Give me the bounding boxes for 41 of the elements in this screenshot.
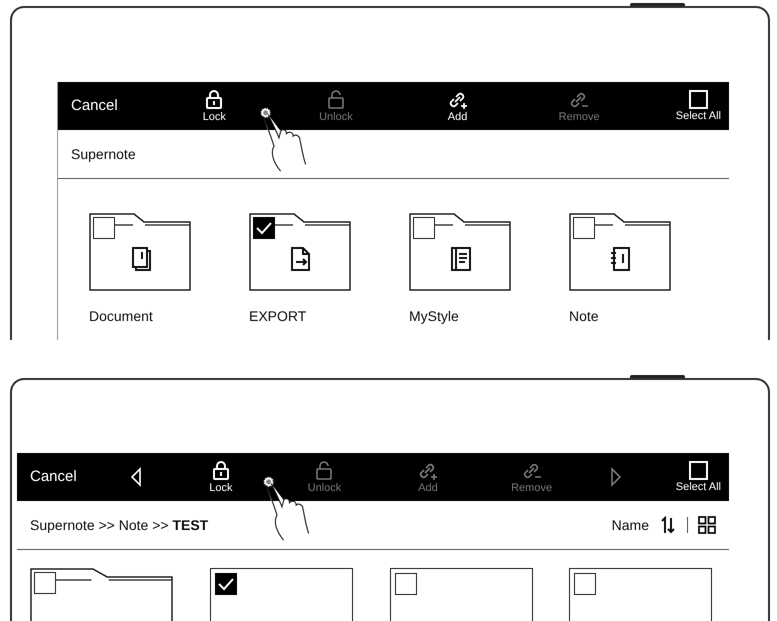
lock-button[interactable]: Lock [196,460,246,494]
folder-tile[interactable] [89,213,191,291]
checkbox[interactable] [394,573,416,595]
checkbox[interactable] [214,573,237,595]
lock-button[interactable]: Lock [189,88,240,124]
checkbox-icon [688,90,708,108]
sort-icon[interactable] [659,516,677,534]
folder-tile[interactable] [30,568,173,621]
hand-pointer-drawing [259,106,309,173]
checkbox[interactable] [93,217,115,239]
file-tile[interactable] [569,568,712,621]
select-all-button[interactable]: Select All [676,90,721,122]
notebook-icon [609,245,633,273]
folder-tile[interactable] [569,213,671,291]
checkbox[interactable] [574,573,596,595]
folder-name: EXPORT [249,307,308,326]
checkbox[interactable] [253,217,275,239]
list-page-icon [449,245,473,273]
previous-arrow-icon[interactable] [130,467,142,487]
folder-name: Document [89,307,154,326]
checkbox[interactable] [34,572,56,594]
checkbox[interactable] [413,217,435,239]
folder-icon [30,568,173,621]
breadcrumb-path: Supernote >> Note >> TEST [30,516,208,535]
checkbox[interactable] [573,217,595,239]
file-tile[interactable] [210,568,353,621]
folder-name: MyStyle [409,307,460,326]
folder-name: Note [569,307,600,326]
select-all-button[interactable]: Select All [676,460,721,494]
file-tile[interactable] [390,568,532,621]
document-icon [129,245,153,273]
checkbox-icon [688,460,708,480]
breadcrumb-path: Supernote [71,144,136,164]
folder-tile[interactable] [409,213,511,291]
sort-button[interactable]: Name [612,514,649,536]
file-export-icon [289,245,313,273]
cancel-button[interactable]: Cancel [71,94,118,118]
add-link-button[interactable]: Add [432,88,483,124]
cancel-button[interactable]: Cancel [30,466,77,488]
grid-view-icon[interactable] [698,516,716,534]
folder-tile[interactable] [249,213,351,291]
